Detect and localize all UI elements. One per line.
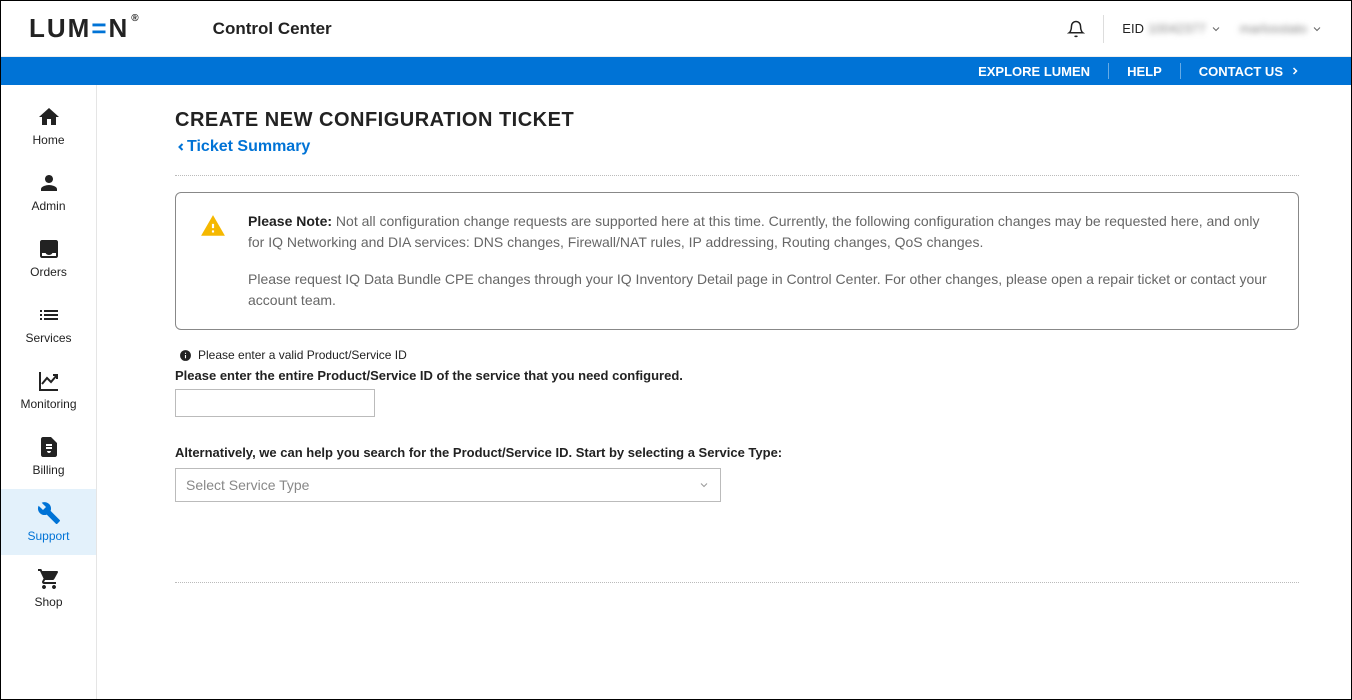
sidebar-item-label: Shop: [34, 595, 62, 609]
contact-us-label: CONTACT US: [1199, 64, 1283, 79]
sidebar-item-label: Admin: [31, 199, 65, 213]
cart-icon: [37, 567, 61, 591]
logo-text: LUM=N®: [29, 13, 141, 44]
blue-bar: EXPLORE LUMEN HELP CONTACT US: [1, 57, 1351, 85]
error-msg: Please enter a valid Product/Service ID: [198, 348, 407, 362]
sidebar-item-admin[interactable]: Admin: [1, 159, 96, 225]
list-icon: [37, 303, 61, 327]
sidebar-item-billing[interactable]: Billing: [1, 423, 96, 489]
select-placeholder: Select Service Type: [186, 477, 309, 493]
sidebar-item-label: Home: [32, 133, 64, 147]
eid-label: EID: [1122, 21, 1144, 36]
inbox-icon: [37, 237, 61, 261]
top-header: LUM=N® Control Center EID 10042377 marlo…: [1, 1, 1351, 57]
page-title: CREATE NEW CONFIGURATION TICKET: [175, 109, 1299, 132]
notice-strong: Please Note:: [248, 213, 332, 229]
header-right: EID 10042377 marlosstato: [1067, 15, 1323, 43]
sidebar-item-label: Support: [27, 529, 69, 543]
explore-lumen-link[interactable]: EXPLORE LUMEN: [960, 64, 1108, 79]
service-type-label: Alternatively, we can help you search fo…: [175, 445, 1299, 460]
sidebar: Home Admin Orders Services Monitoring Bi…: [1, 85, 97, 699]
sidebar-item-shop[interactable]: Shop: [1, 555, 96, 621]
eid-value: 10042377: [1148, 21, 1206, 36]
user-icon: [37, 171, 61, 195]
chevron-down-icon: [698, 479, 710, 491]
info-icon: [179, 349, 192, 362]
bell-icon[interactable]: [1067, 20, 1085, 38]
sidebar-item-monitoring[interactable]: Monitoring: [1, 357, 96, 423]
sidebar-item-home[interactable]: Home: [1, 93, 96, 159]
notice-p1: Not all configuration change requests ar…: [248, 213, 1259, 250]
eid-dropdown[interactable]: EID 10042377: [1122, 21, 1222, 36]
notice-box: Please Note: Not all configuration chang…: [175, 192, 1299, 330]
notice-p2: Please request IQ Data Bundle CPE change…: [248, 269, 1274, 311]
main-area: Home Admin Orders Services Monitoring Bi…: [1, 85, 1351, 699]
chevron-right-icon: [1289, 65, 1301, 77]
chevron-down-icon: [1311, 23, 1323, 35]
product-id-label: Please enter the entire Product/Service …: [175, 368, 1299, 383]
contact-us-link[interactable]: CONTACT US: [1181, 64, 1319, 79]
sidebar-item-label: Monitoring: [20, 397, 76, 411]
header-divider: [1103, 15, 1104, 43]
billing-icon: [37, 435, 61, 459]
error-line: Please enter a valid Product/Service ID: [179, 348, 1299, 362]
app-title: Control Center: [213, 19, 332, 39]
chevron-left-icon: [175, 140, 187, 154]
sidebar-item-orders[interactable]: Orders: [1, 225, 96, 291]
sidebar-item-label: Services: [25, 331, 71, 345]
help-link[interactable]: HELP: [1109, 64, 1180, 79]
warning-icon: [200, 213, 226, 239]
sidebar-item-label: Orders: [30, 265, 67, 279]
content: CREATE NEW CONFIGURATION TICKET Ticket S…: [97, 85, 1351, 699]
sidebar-item-label: Billing: [32, 463, 64, 477]
service-type-select[interactable]: Select Service Type: [175, 468, 721, 502]
sidebar-item-support[interactable]: Support: [1, 489, 96, 555]
logo[interactable]: LUM=N®: [29, 13, 141, 44]
wrench-icon: [37, 501, 61, 525]
user-name: marlosstato: [1240, 21, 1307, 36]
chevron-down-icon: [1210, 23, 1222, 35]
footer-divider: [175, 582, 1299, 583]
divider: [175, 175, 1299, 176]
ticket-summary-link[interactable]: Ticket Summary: [175, 138, 310, 156]
home-icon: [37, 105, 61, 129]
user-dropdown[interactable]: marlosstato: [1240, 21, 1323, 36]
product-id-input[interactable]: [175, 389, 375, 417]
chart-icon: [37, 369, 61, 393]
notice-text: Please Note: Not all configuration chang…: [248, 211, 1274, 311]
sidebar-item-services[interactable]: Services: [1, 291, 96, 357]
breadcrumb-label: Ticket Summary: [187, 138, 310, 156]
